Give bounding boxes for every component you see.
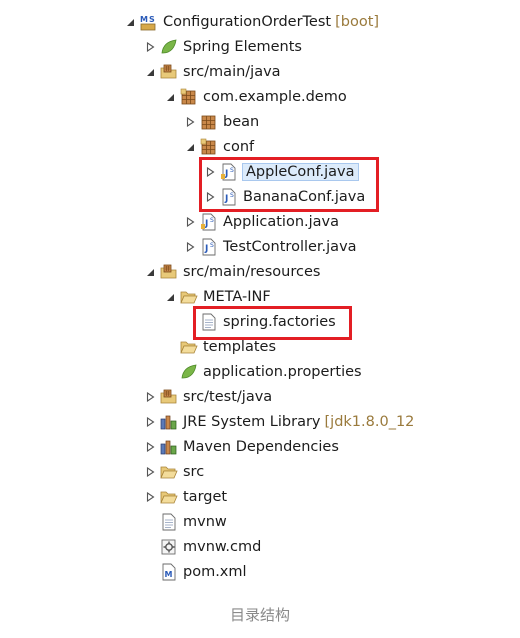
tree-row-jre-library[interactable]: JRE System Library [jdk1.8.0_12	[144, 411, 414, 433]
tree-row-project[interactable]: MS ConfigurationOrderTest [boot]	[124, 11, 379, 33]
expand-icon[interactable]	[144, 390, 156, 404]
expand-icon[interactable]	[144, 440, 156, 454]
project-label: ConfigurationOrderTest	[163, 14, 332, 30]
tree-row-spring-elements[interactable]: Spring Elements	[144, 36, 302, 58]
maven-pom-icon: M	[160, 563, 178, 581]
expand-icon[interactable]	[144, 40, 156, 54]
tree-row-package-demo[interactable]: com.example.demo	[164, 86, 347, 108]
tree-row-src-main-java[interactable]: src/main/java	[144, 61, 281, 83]
tree-item-label: src/test/java	[183, 389, 273, 405]
tree-item-label: mvnw	[183, 514, 227, 530]
tree-item-label: bean	[223, 114, 260, 130]
open-folder-icon	[180, 338, 198, 356]
tree-item-label: com.example.demo	[203, 89, 347, 105]
tree-item-label: src/main/java	[183, 64, 281, 80]
expand-icon[interactable]	[144, 415, 156, 429]
svg-text:J: J	[204, 244, 208, 254]
text-file-icon	[160, 513, 178, 531]
expand-icon[interactable]	[184, 240, 196, 254]
svg-text:S: S	[210, 217, 214, 224]
tree-row-application[interactable]: JS Application.java	[184, 211, 339, 233]
package-icon	[180, 88, 198, 106]
library-icon	[160, 438, 178, 456]
collapse-icon[interactable]	[164, 90, 176, 104]
tree-row-testcontroller[interactable]: JS TestController.java	[184, 236, 357, 258]
spring-boot-project-icon: MS	[140, 13, 158, 31]
tree-row-mvnw[interactable]: mvnw	[144, 511, 227, 533]
tree-item-label: pom.xml	[183, 564, 247, 580]
svg-text:M: M	[165, 570, 173, 579]
folder-icon	[160, 463, 178, 481]
package-icon	[200, 113, 218, 131]
project-explorer-tree: MS ConfigurationOrderTest [boot] Spring …	[0, 0, 520, 600]
tree-item-label: TestController.java	[223, 239, 357, 255]
source-folder-icon	[160, 63, 178, 81]
tree-row-src[interactable]: src	[144, 461, 204, 483]
expand-icon[interactable]	[184, 115, 196, 129]
tree-item-label: templates	[203, 339, 277, 355]
tree-item-label: src	[183, 464, 205, 480]
tree-item-label: mvnw.cmd	[183, 539, 262, 555]
tree-item-label: Maven Dependencies	[183, 439, 339, 455]
svg-text:S: S	[149, 15, 155, 24]
source-folder-icon	[160, 388, 178, 406]
tree-item-label: src/main/resources	[183, 264, 321, 280]
tree-row-maven-dependencies[interactable]: Maven Dependencies	[144, 436, 339, 458]
collapse-icon[interactable]	[124, 15, 136, 29]
expand-icon[interactable]	[184, 215, 196, 229]
expand-icon[interactable]	[144, 490, 156, 504]
tree-item-label: META-INF	[203, 289, 271, 305]
tree-row-meta-inf[interactable]: META-INF	[164, 286, 271, 308]
tree-row-pom-xml[interactable]: M pom.xml	[144, 561, 247, 583]
project-suffix: [boot]	[335, 14, 380, 30]
tree-row-package-bean[interactable]: bean	[184, 111, 259, 133]
settings-file-icon	[160, 538, 178, 556]
expand-icon[interactable]	[144, 465, 156, 479]
tree-item-label: Application.java	[223, 214, 340, 230]
tree-item-label: JRE System Library	[183, 414, 321, 430]
tree-row-application-properties[interactable]: application.properties	[164, 361, 362, 383]
collapse-icon[interactable]	[144, 265, 156, 279]
collapse-icon[interactable]	[144, 65, 156, 79]
java-file-icon: JS	[200, 238, 218, 256]
tree-row-src-main-resources[interactable]: src/main/resources	[144, 261, 320, 283]
collapse-icon[interactable]	[184, 140, 196, 154]
java-file-icon: JS	[200, 213, 218, 231]
tree-item-label: Spring Elements	[183, 39, 302, 55]
collapse-icon[interactable]	[164, 290, 176, 304]
svg-text:S: S	[210, 242, 214, 249]
package-icon	[200, 138, 218, 156]
tree-row-src-test-java[interactable]: src/test/java	[144, 386, 272, 408]
figure-caption: 目录结构	[229, 606, 290, 624]
tree-item-label: conf	[223, 139, 255, 155]
svg-text:M: M	[140, 15, 148, 24]
highlight-box-conf-files	[199, 157, 379, 212]
tree-item-label: target	[183, 489, 228, 505]
library-suffix: [jdk1.8.0_12	[324, 414, 415, 430]
tree-row-mvnw-cmd[interactable]: mvnw.cmd	[144, 536, 261, 558]
tree-row-target[interactable]: target	[144, 486, 227, 508]
library-icon	[160, 413, 178, 431]
tree-item-label: application.properties	[203, 364, 362, 380]
open-folder-icon	[180, 288, 198, 306]
spring-leaf-icon	[160, 38, 178, 56]
source-folder-icon	[160, 263, 178, 281]
tree-row-package-conf[interactable]: conf	[184, 136, 254, 158]
spring-leaf-icon	[180, 363, 198, 381]
highlight-box-spring-factories	[193, 306, 352, 340]
folder-icon	[160, 488, 178, 506]
